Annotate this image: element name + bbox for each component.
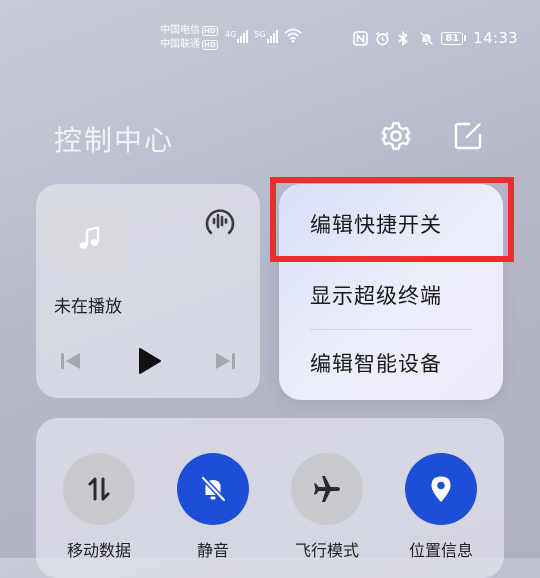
status-icons: 81 14:33 [353, 29, 518, 47]
signal-strength-icon-1: 4G [225, 30, 249, 43]
audio-output-button[interactable] [202, 203, 238, 239]
status-clock: 14:33 [473, 29, 518, 47]
battery-level: 81 [441, 31, 464, 45]
music-note-icon [79, 225, 100, 249]
audio-output-icon [205, 209, 235, 235]
menu-item-edit-smart-devices[interactable]: 编辑智能设备 [310, 338, 480, 388]
toggle-mobile-data[interactable]: 移动数据 [44, 453, 154, 561]
control-center-menu: 编辑快捷开关 显示超级终端 编辑智能设备 [279, 184, 503, 400]
network-type-2: 5G [254, 30, 266, 39]
toggle-airplane-mode[interactable]: 飞行模式 [272, 453, 382, 561]
skip-next-icon [216, 353, 235, 369]
toggle-mute-button[interactable] [177, 453, 249, 525]
toggle-mobile-data-button[interactable] [63, 453, 135, 525]
toggle-mute[interactable]: 静音 [158, 453, 268, 561]
gear-icon [381, 122, 411, 150]
menu-item-super-device[interactable]: 显示超级终端 [310, 270, 480, 320]
album-art [54, 202, 126, 274]
carrier-name-2: 中国联通 [160, 39, 200, 50]
location-pin-icon [431, 476, 451, 502]
alarm-icon [375, 31, 390, 46]
battery-icon: 81 [441, 31, 467, 45]
toggle-location-button[interactable] [405, 453, 477, 525]
toggle-label: 移动数据 [66, 541, 131, 560]
carrier-name-1: 中国电信 [160, 25, 200, 36]
mute-bell-icon [419, 31, 434, 46]
settings-button[interactable] [379, 119, 413, 153]
toggle-label: 位置信息 [408, 541, 473, 560]
toggle-label: 飞行模式 [294, 541, 359, 560]
media-card[interactable]: 未在播放 [36, 184, 260, 398]
bluetooth-icon [397, 30, 412, 46]
network-type-1: 4G [225, 30, 237, 39]
signal-indicators: 4G 5G [225, 28, 302, 43]
nfc-icon [353, 30, 369, 46]
wifi-icon [284, 28, 302, 43]
carrier-info: 中国电信 HD 中国联通 HD [160, 24, 218, 52]
airplane-icon [314, 476, 340, 502]
previous-track-button[interactable] [54, 344, 88, 378]
page-title: 控制中心 [54, 124, 175, 157]
toggle-airplane-mode-button[interactable] [291, 453, 363, 525]
media-status-text: 未在播放 [54, 297, 122, 317]
signal-strength-icon-2: 5G [254, 30, 278, 43]
mute-bell-icon [201, 476, 226, 502]
menu-item-edit-shortcuts[interactable]: 编辑快捷开关 [310, 199, 480, 249]
hd-badge-2: HD [202, 40, 218, 50]
next-track-button[interactable] [208, 344, 242, 378]
edit-icon [454, 122, 482, 150]
menu-divider [310, 329, 473, 330]
quick-toggles-panel: 移动数据 静音 飞行模式 位置信息 [36, 418, 504, 578]
mobile-data-icon [88, 477, 110, 501]
hd-badge-1: HD [202, 26, 218, 36]
play-icon [139, 348, 161, 374]
status-bar: 中国电信 HD 中国联通 HD 4G 5G 81 14:33 [0, 0, 540, 70]
edit-button[interactable] [451, 119, 485, 153]
toggle-label: 静音 [196, 541, 229, 560]
play-button[interactable] [132, 344, 166, 378]
skip-previous-icon [61, 353, 80, 369]
toggle-location[interactable]: 位置信息 [386, 453, 496, 561]
